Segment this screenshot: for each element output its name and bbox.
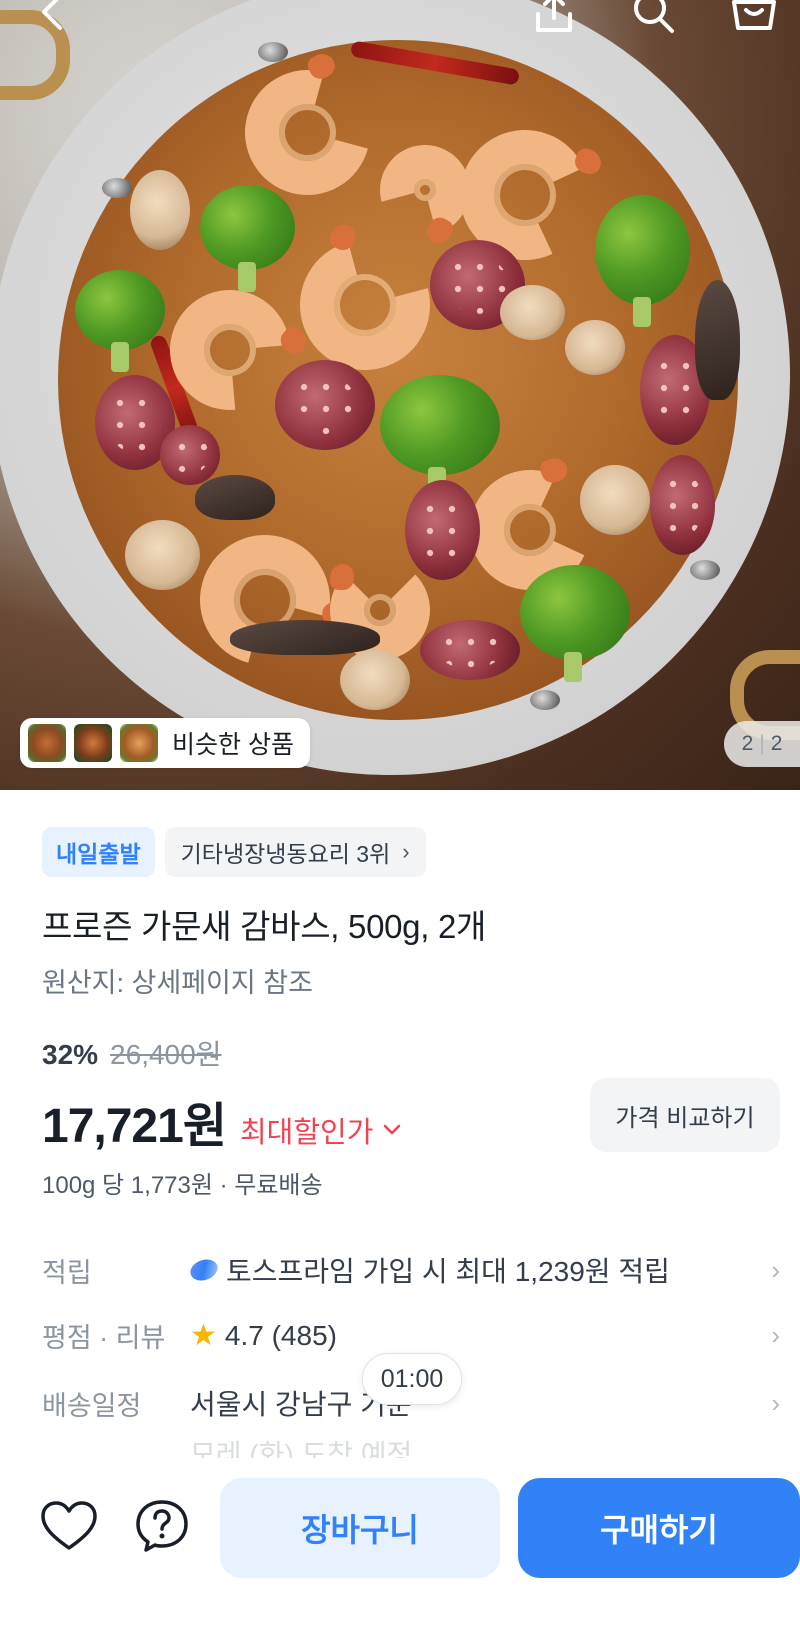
pager-separator: |: [759, 732, 765, 755]
rating-value: 4.7 (485): [224, 1319, 337, 1351]
ranking-chip[interactable]: 기타냉장냉동요리 3위 ›: [164, 827, 426, 877]
mushroom: [695, 280, 740, 400]
similar-products-button[interactable]: 비슷한 상품: [20, 718, 310, 768]
broccoli: [520, 565, 630, 682]
sale-price: 17,721원: [42, 1100, 227, 1153]
pager-total: 2: [770, 732, 783, 755]
clam: [125, 520, 200, 590]
add-to-cart-button[interactable]: 장바구니: [220, 1478, 500, 1578]
clam: [500, 285, 565, 340]
chevron-right-icon: ›: [771, 1320, 780, 1350]
chevron-right-icon: ›: [771, 1254, 780, 1285]
chevron-down-icon: [384, 1124, 401, 1135]
discount-percent: 32%: [42, 1039, 99, 1070]
pager-current: 2: [741, 732, 754, 755]
delivery-label: 배송일정: [42, 1390, 142, 1421]
product-origin: 원산지: 상세페이지 참조: [42, 968, 313, 998]
pan-rivet: [258, 42, 288, 62]
octopus: [275, 360, 375, 450]
back-icon[interactable]: [36, 0, 72, 34]
octopus: [160, 425, 220, 485]
product-image[interactable]: 비슷한 상품 2 | 2: [0, 0, 800, 790]
product-title: 프로즌 가문새 감바스, 500g, 2개: [42, 908, 487, 945]
octopus: [650, 455, 715, 555]
product-tags: 내일출발 기타냉장냉동요리 3위 ›: [42, 827, 426, 877]
max-discount-label: 최대할인가: [239, 1117, 374, 1149]
broccoli: [200, 185, 295, 292]
question-icon: [136, 1500, 188, 1552]
shipping-badge: 내일출발: [42, 827, 155, 877]
chevron-right-icon: ›: [771, 1387, 780, 1418]
search-icon[interactable]: [630, 0, 676, 36]
help-button[interactable]: [132, 1496, 192, 1556]
clam: [130, 170, 190, 250]
unit-price: 100g 당 1,773원 · 무료배송: [42, 1172, 323, 1199]
ranking-label: 기타냉장냉동요리 3위: [180, 841, 391, 867]
toss-prime-icon: [187, 1255, 221, 1285]
clam: [340, 650, 410, 710]
broccoli: [75, 270, 165, 372]
broccoli: [380, 375, 500, 497]
pan-rivet: [690, 560, 720, 580]
similar-thumbnail: [26, 722, 68, 764]
points-row[interactable]: 적립 토스프라임 가입 시 최대 1,239원 적립 ›: [42, 1250, 780, 1290]
mushroom: [230, 620, 380, 655]
similar-products-label: 비슷한 상품: [172, 731, 294, 759]
price-compare-button[interactable]: 가격 비교하기: [590, 1078, 780, 1152]
points-label: 적립: [42, 1257, 92, 1288]
price-row: 17,721원 최대할인가: [42, 1086, 401, 1156]
pan-rivet: [102, 178, 132, 198]
points-value: 토스프라임 가입 시 최대 1,239원 적립: [226, 1256, 670, 1287]
pan-rivet: [530, 690, 560, 710]
mushroom: [195, 475, 275, 520]
similar-thumbnail: [72, 722, 114, 764]
rating-row[interactable]: 평점 · 리뷰 ★ 4.7 (485) ›: [42, 1316, 780, 1355]
octopus: [405, 480, 480, 580]
similar-thumbnail: [118, 722, 160, 764]
share-icon[interactable]: [532, 0, 576, 36]
chevron-right-icon: ›: [402, 839, 410, 864]
star-icon: ★: [190, 1318, 217, 1352]
clam: [580, 465, 650, 535]
buy-now-button[interactable]: 구매하기: [518, 1478, 800, 1578]
wishlist-button[interactable]: [39, 1496, 99, 1556]
clam: [565, 320, 625, 375]
original-price: 26,400원: [110, 1039, 222, 1070]
max-discount-toggle[interactable]: 최대할인가: [240, 1109, 401, 1151]
cart-icon[interactable]: [730, 0, 778, 36]
discount-row: 32% 26,400원: [42, 1033, 221, 1073]
octopus: [420, 620, 520, 680]
broccoli: [595, 195, 690, 327]
heart-icon: [41, 1501, 97, 1550]
rating-label: 평점 · 리뷰: [42, 1323, 166, 1353]
time-bubble: 01:00: [362, 1353, 462, 1405]
image-pager: 2 | 2: [724, 721, 800, 767]
